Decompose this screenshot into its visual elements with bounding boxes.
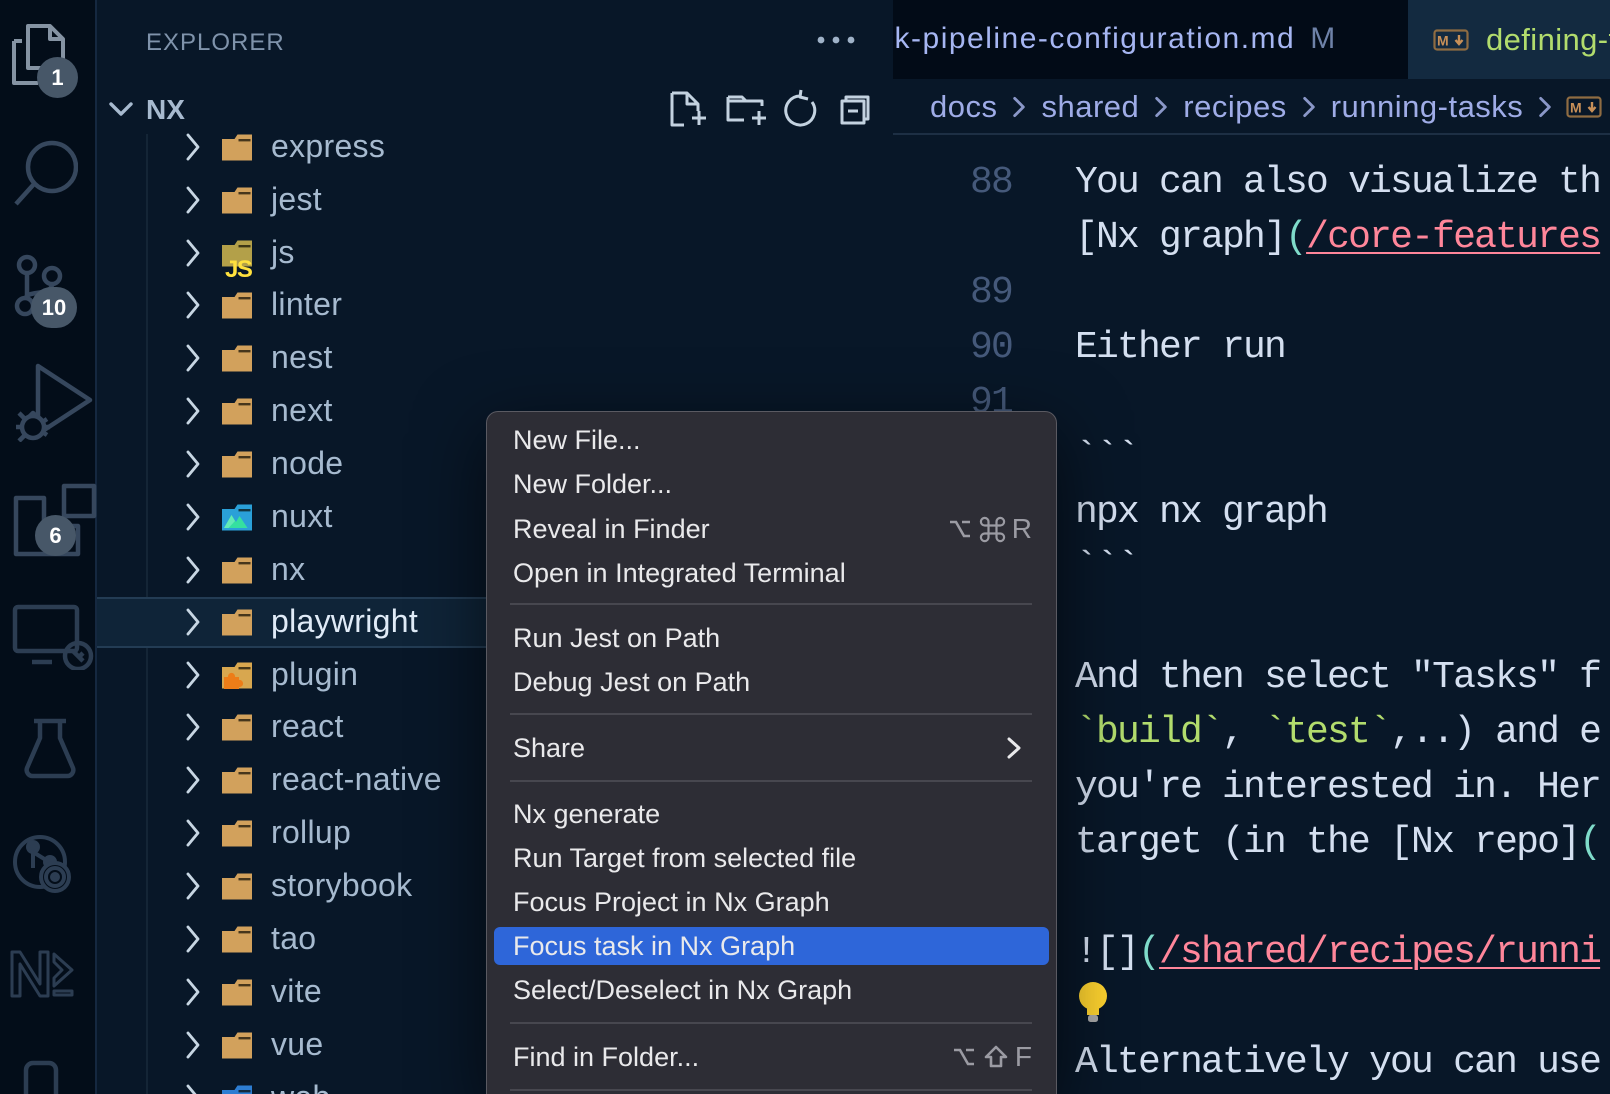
svg-text:M: M: [1570, 100, 1582, 116]
svg-text:JS: JS: [225, 256, 253, 283]
